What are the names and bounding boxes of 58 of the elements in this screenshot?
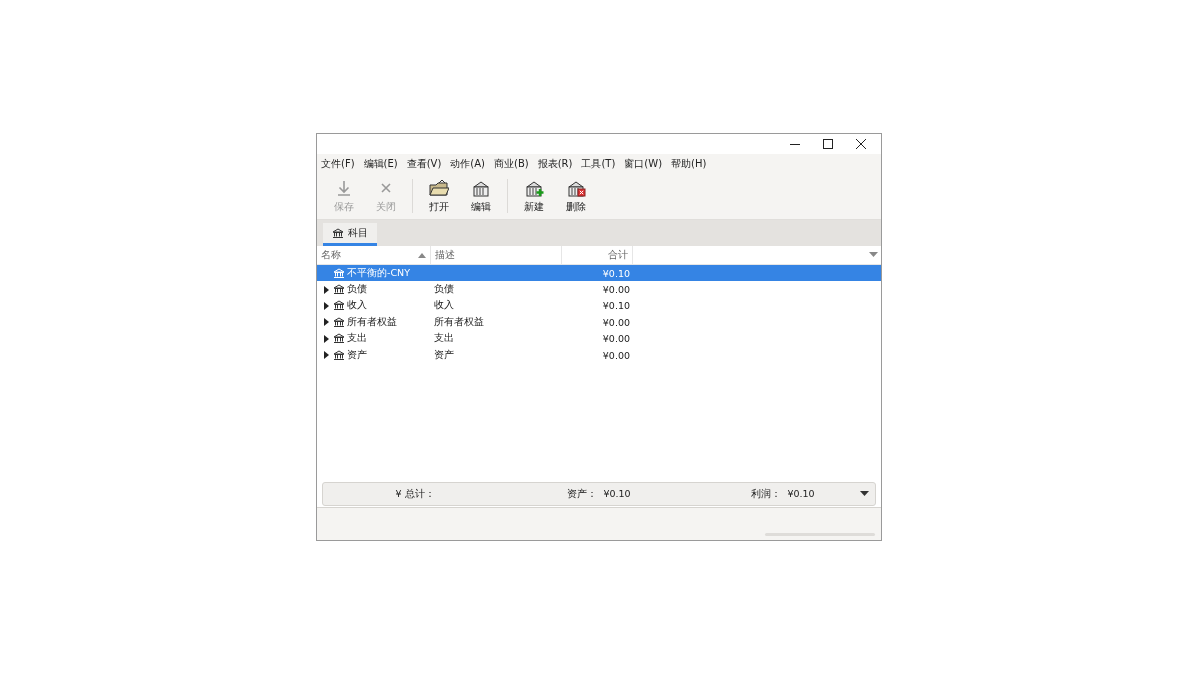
- dropdown-icon[interactable]: [860, 491, 869, 497]
- account-row[interactable]: 负债 负债 ¥0.00: [317, 281, 881, 298]
- account-row[interactable]: 支出 支出 ¥0.00: [317, 330, 881, 347]
- menu-item[interactable]: 动作(A): [450, 156, 485, 171]
- account-row[interactable]: 所有者权益 所有者权益 ¥0.00: [317, 314, 881, 331]
- bank-icon: [333, 300, 345, 312]
- column-header[interactable]: 名称: [317, 246, 431, 264]
- toolbar-button[interactable]: 新建: [513, 173, 555, 219]
- account-name: 所有者权益: [347, 315, 397, 329]
- bank-icon: [332, 227, 344, 239]
- bank-icon: [333, 333, 345, 345]
- account-row[interactable]: 不平衡的-CNY ¥0.10: [317, 265, 881, 282]
- toolbar-button[interactable]: 编辑: [460, 173, 502, 219]
- menu-item[interactable]: 编辑(E): [363, 156, 398, 171]
- account-name: 资产: [347, 348, 367, 362]
- account-description: 收入: [434, 299, 454, 313]
- account-name: 收入: [347, 299, 367, 313]
- account-row[interactable]: 资产 资产 ¥0.00: [317, 346, 881, 364]
- account-name: 不平衡的-CNY: [347, 266, 410, 280]
- column-header[interactable]: 合计: [562, 246, 633, 264]
- column-header[interactable]: 描述: [431, 246, 562, 264]
- account-name: 支出: [347, 332, 367, 346]
- account-row[interactable]: 收入 收入 ¥0.10: [317, 297, 881, 315]
- menu-item[interactable]: 查看(V): [406, 156, 442, 171]
- bank-icon: [333, 284, 345, 296]
- bank-icon: [333, 316, 345, 328]
- account-total: ¥0.00: [602, 316, 630, 328]
- account-total: ¥0.00: [602, 333, 630, 345]
- account-description: 负债: [434, 283, 454, 297]
- account-total: ¥0.10: [602, 300, 630, 312]
- summary-label: 资产：: [567, 487, 598, 501]
- menu-item[interactable]: 报表(R): [537, 156, 573, 171]
- account-total: ¥0.00: [602, 349, 630, 361]
- account-description: 资产: [434, 348, 454, 362]
- account-total: ¥0.10: [602, 267, 630, 279]
- bank-icon: [333, 267, 345, 279]
- toolbar-button[interactable]: 打开: [418, 173, 460, 219]
- menu-item[interactable]: 帮助(H): [671, 156, 707, 171]
- tab[interactable]: 科目: [323, 223, 377, 246]
- account-description: 所有者权益: [434, 315, 484, 329]
- summary-label: 利润：: [751, 487, 782, 501]
- summary-value: ¥0.10: [787, 487, 815, 501]
- download-icon: [335, 178, 353, 197]
- close-icon: [855, 139, 866, 149]
- account-total: ¥0.00: [602, 284, 630, 296]
- maximize-icon: [822, 139, 833, 149]
- toolbar-button[interactable]: 删除: [555, 173, 597, 219]
- summary-value: ¥0.10: [603, 487, 631, 501]
- menu-item[interactable]: 工具(T): [581, 156, 616, 171]
- menu-item[interactable]: 商业(B): [494, 156, 529, 171]
- folder-icon: [429, 178, 449, 197]
- account-description: 支出: [434, 332, 454, 346]
- menu-item[interactable]: 文件(F): [321, 156, 355, 171]
- bank-icon: [333, 349, 345, 361]
- menu-item[interactable]: 窗口(W): [624, 156, 663, 171]
- account-name: 负债: [347, 283, 367, 297]
- sort-ascending-icon: [418, 252, 426, 258]
- summary-label: ¥ 总计：: [395, 487, 435, 501]
